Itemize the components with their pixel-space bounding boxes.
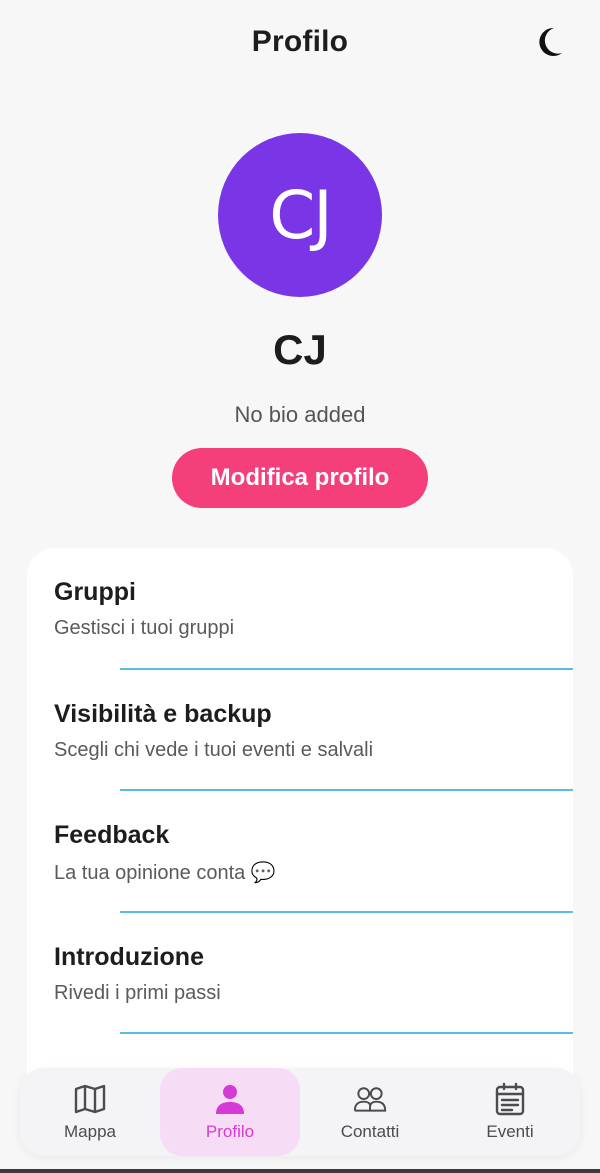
- avatar-initials: CJ: [269, 176, 333, 254]
- menu-item-title: Gruppi: [54, 578, 136, 606]
- page-title: Profilo: [251, 25, 349, 58]
- moon-icon: [539, 27, 562, 56]
- calendar-icon: [493, 1082, 527, 1116]
- system-bottom-bar: [0, 1169, 600, 1173]
- nav-item-events[interactable]: Eventi: [440, 1068, 580, 1156]
- menu-item-title: Introduzione: [54, 942, 204, 971]
- nav-item-profile[interactable]: Profilo: [160, 1068, 300, 1156]
- settings-menu: Gruppi Gestisci i tuoi gruppi Visibilità…: [27, 548, 573, 1108]
- nav-label: Eventi: [486, 1122, 534, 1141]
- profile-screen: Profilo CJ CJ No bio added Modifica prof…: [0, 0, 600, 1173]
- edit-profile-button[interactable]: Modifica profilo: [172, 448, 428, 508]
- map-icon: [73, 1082, 107, 1116]
- nav-item-contacts[interactable]: Contatti: [300, 1068, 440, 1156]
- people-icon: [353, 1082, 387, 1116]
- bottom-navigation: Mappa Profilo Contatti Eventi: [20, 1068, 580, 1156]
- profile-bio: No bio added: [234, 402, 366, 427]
- menu-item-visibility-backup[interactable]: Visibilità e backup Scegli chi vede i tu…: [27, 670, 573, 792]
- menu-item-groups[interactable]: Gruppi Gestisci i tuoi gruppi: [27, 548, 573, 670]
- nav-label: Mappa: [64, 1122, 116, 1141]
- menu-item-subtitle: Scegli chi vede i tuoi eventi e salvali: [54, 738, 374, 761]
- nav-item-map[interactable]: Mappa: [20, 1068, 160, 1156]
- menu-item-introduction[interactable]: Introduzione Rivedi i primi passi: [27, 913, 573, 1035]
- menu-item-title: Feedback: [54, 821, 170, 849]
- menu-item-title: Visibilità e backup: [54, 699, 272, 728]
- menu-item-subtitle: Gestisci i tuoi gruppi: [54, 617, 235, 639]
- nav-label: Profilo: [205, 1122, 255, 1141]
- menu-item-subtitle: La tua opinione conta 💬: [54, 862, 276, 884]
- profile-name: CJ: [273, 326, 327, 373]
- theme-toggle-button[interactable]: [532, 24, 566, 60]
- menu-item-feedback[interactable]: Feedback La tua opinione conta 💬: [27, 791, 573, 913]
- person-icon: [213, 1082, 247, 1116]
- menu-item-subtitle: Rivedi i primi passi: [54, 981, 221, 1004]
- avatar[interactable]: CJ: [218, 133, 382, 297]
- app-header: Profilo: [0, 0, 600, 84]
- nav-label: Contatti: [340, 1122, 400, 1141]
